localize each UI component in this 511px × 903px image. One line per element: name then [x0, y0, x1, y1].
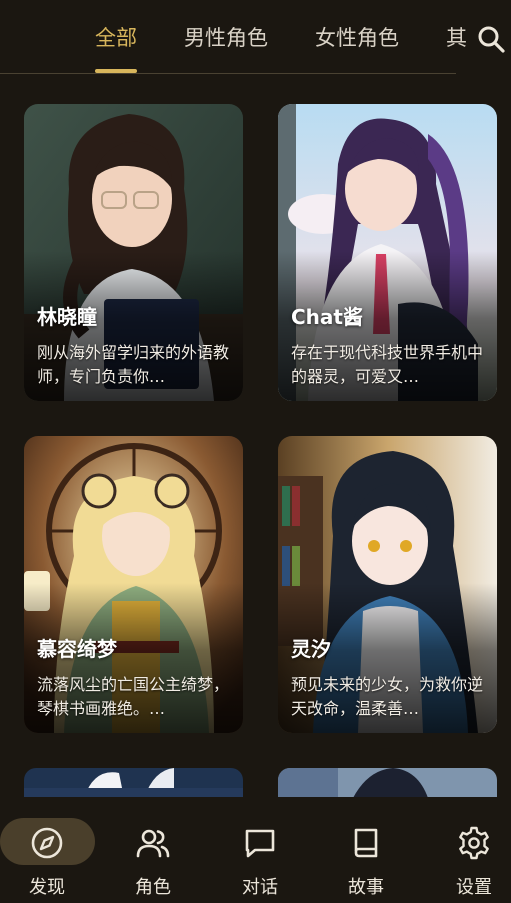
- character-card[interactable]: Chat酱 存在于现代科技世界手机中的器灵，可爱又…: [278, 104, 497, 401]
- bottom-navigation: 发现 角色 对话 故事 设置: [0, 797, 511, 903]
- nav-label: 发现: [29, 877, 65, 898]
- search-button[interactable]: [470, 18, 510, 58]
- category-tabs: 全部 男性角色 女性角色 其: [0, 0, 511, 76]
- tab-female-characters[interactable]: 女性角色: [315, 24, 399, 52]
- nav-label: 设置: [456, 877, 492, 898]
- character-portrait: [278, 768, 497, 798]
- nav-chats[interactable]: 对话: [209, 797, 311, 903]
- tab-all[interactable]: 全部: [95, 24, 137, 52]
- character-portrait: [24, 768, 243, 798]
- nav-characters[interactable]: 角色: [102, 797, 204, 903]
- character-name: 林晓瞳: [37, 305, 97, 329]
- chat-bubble-icon: [245, 829, 275, 858]
- nav-stories[interactable]: 故事: [315, 797, 417, 903]
- tabs-divider: [0, 73, 456, 74]
- users-icon: [136, 829, 170, 858]
- gear-icon: [459, 826, 489, 860]
- character-description: 存在于现代科技世界手机中的器灵，可爱又…: [291, 343, 484, 386]
- character-name: 慕容绮梦: [37, 637, 117, 661]
- character-card[interactable]: 慕容绮梦 流落风尘的亡国公主绮梦，琴棋书画雅绝。…: [24, 436, 243, 733]
- nav-label: 对话: [242, 877, 278, 898]
- character-name: 灵汐: [291, 637, 331, 661]
- tab-male-characters[interactable]: 男性角色: [184, 24, 268, 52]
- character-description: 刚从海外留学归来的外语教师，专门负责你…: [37, 343, 230, 386]
- nav-discover[interactable]: 发现: [0, 797, 102, 903]
- character-card[interactable]: 林晓瞳 刚从海外留学归来的外语教师，专门负责你…: [24, 104, 243, 401]
- search-icon: [478, 26, 505, 53]
- nav-label: 角色: [135, 877, 171, 898]
- compass-icon: [31, 827, 63, 859]
- book-icon: [354, 828, 378, 858]
- character-description: 流落风尘的亡国公主绮梦，琴棋书画雅绝。…: [37, 675, 230, 718]
- character-card-partial[interactable]: [278, 768, 497, 798]
- nav-label: 故事: [348, 877, 384, 898]
- character-description: 预见未来的少女，为救你逆天改命，温柔善…: [291, 675, 484, 718]
- tab-other[interactable]: 其: [446, 24, 467, 52]
- character-card-partial[interactable]: [24, 768, 243, 798]
- character-card[interactable]: 灵汐 预见未来的少女，为救你逆天改命，温柔善…: [278, 436, 497, 733]
- nav-settings[interactable]: 设置: [409, 797, 511, 903]
- app-screen: 全部 男性角色 女性角色 其 林晓瞳 刚从海外留学归来的外语教师，专门负责你… …: [0, 0, 511, 903]
- character-name: Chat酱: [291, 305, 363, 329]
